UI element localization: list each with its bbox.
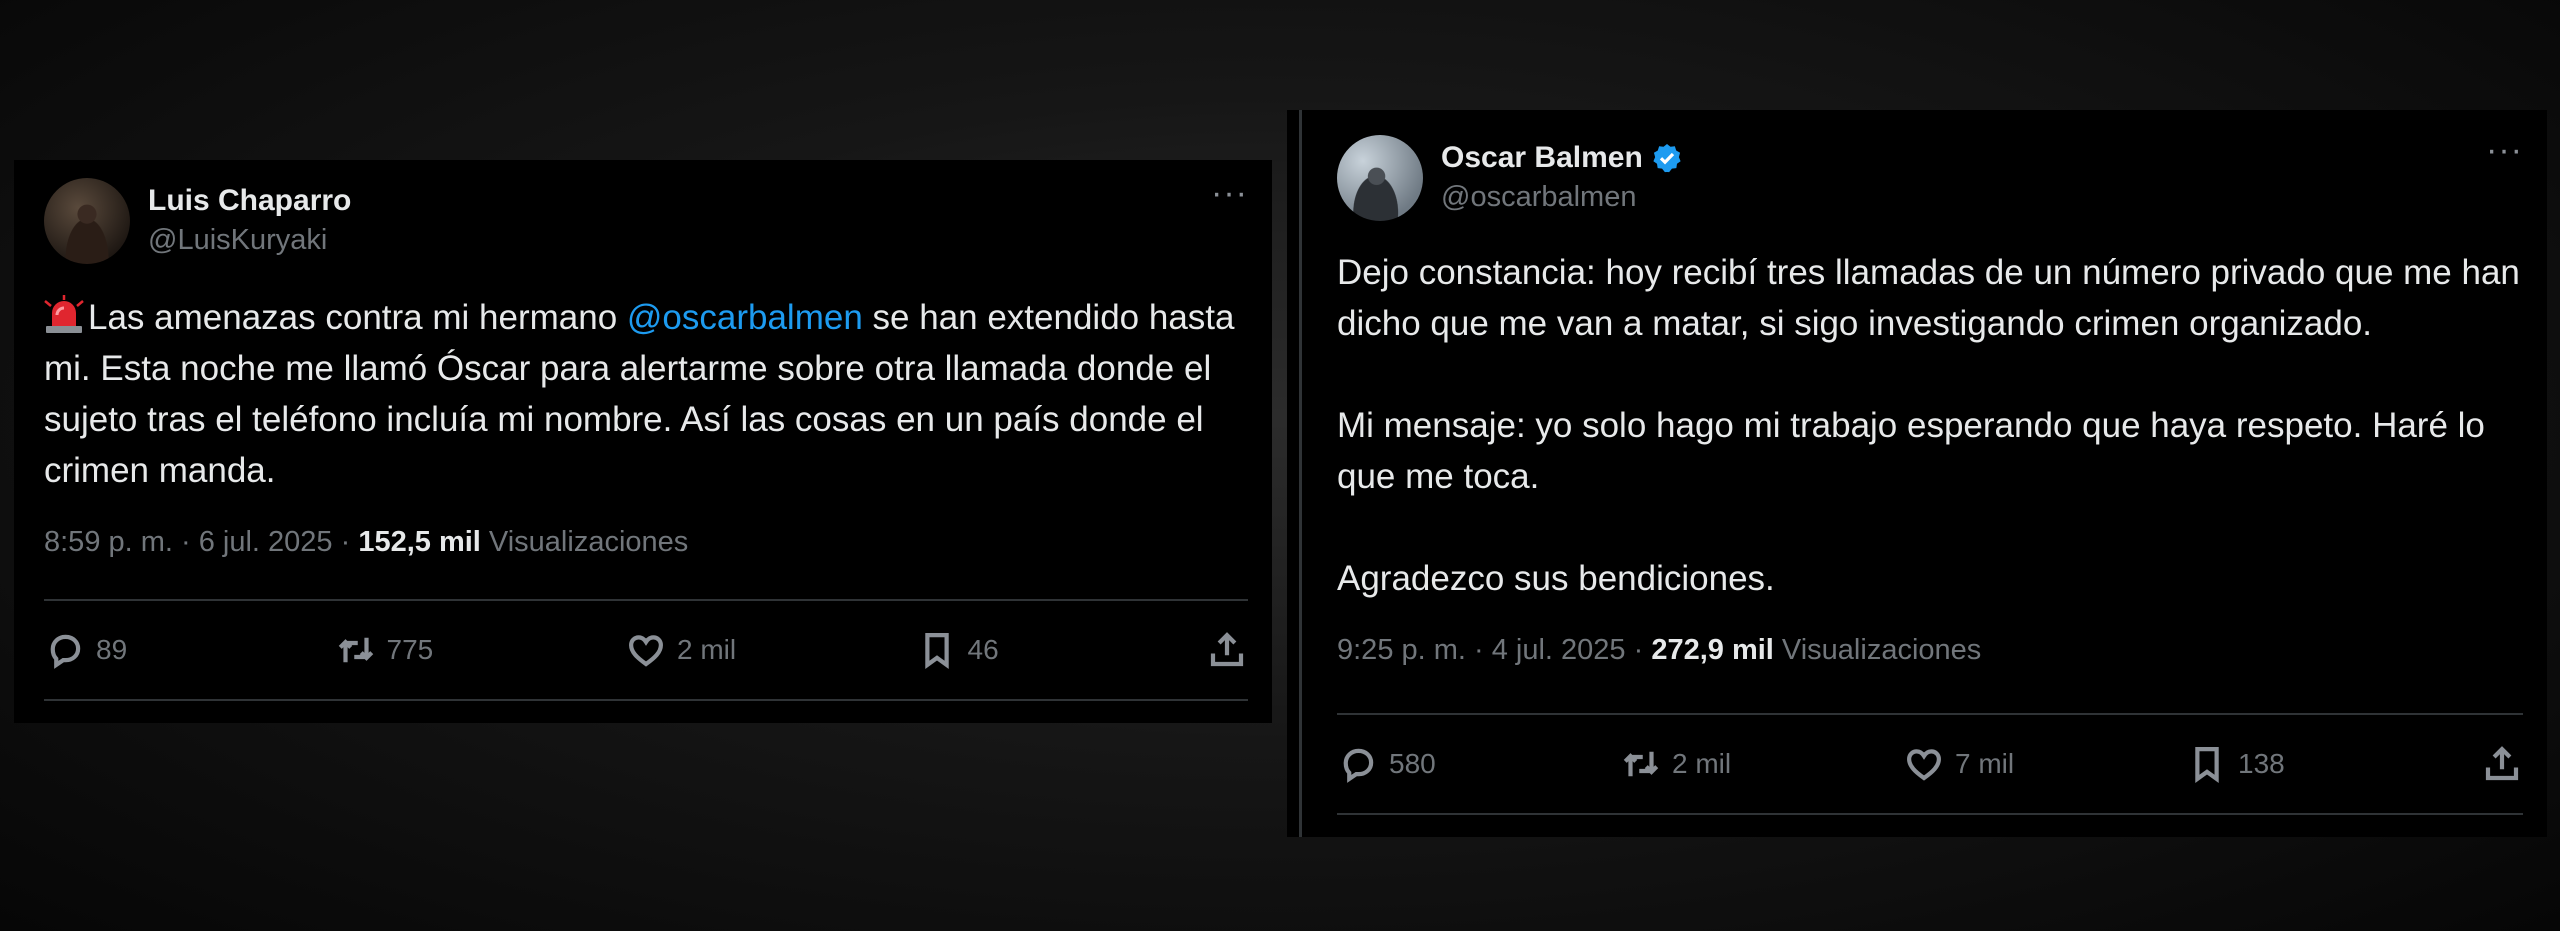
divider	[1337, 813, 2523, 815]
bookmark-icon	[924, 633, 949, 669]
repost-count: 2 mil	[1672, 748, 1732, 779]
reply-icon	[1343, 748, 1374, 783]
repost-button[interactable]: 2 mil	[1620, 743, 1903, 785]
reply-button[interactable]: 89	[44, 629, 335, 671]
tweet-text: Las amenazas contra mi hermano @oscarbal…	[44, 292, 1248, 496]
repost-icon	[338, 637, 373, 663]
views-count: 152,5 mil	[358, 526, 481, 558]
tweet-text-part: Las amenazas contra mi hermano	[88, 298, 627, 337]
tweet-header: Luis Chaparro @LuisKuryaki ···	[44, 176, 1248, 264]
like-count: 2 mil	[677, 634, 737, 665]
author-display-name[interactable]: Oscar Balmen	[1441, 139, 1683, 177]
author-display-name[interactable]: Luis Chaparro	[148, 182, 351, 220]
author-handle[interactable]: @LuisKuryaki	[148, 220, 351, 260]
avatar[interactable]	[44, 178, 130, 264]
views-label: Visualizaciones	[1773, 634, 1982, 666]
mention-link[interactable]: @oscarbalmen	[627, 298, 863, 337]
repost-icon	[1623, 751, 1659, 777]
bookmark-count: 46	[967, 634, 999, 665]
verified-badge-icon	[1653, 144, 1681, 173]
like-count: 7 mil	[1955, 748, 2015, 779]
heart-icon	[629, 635, 663, 667]
divider	[44, 699, 1248, 701]
reply-count: 580	[1389, 748, 1436, 779]
action-bar: 580 2 mil 7 mil 138	[1337, 715, 2523, 813]
share-button[interactable]	[1206, 629, 1248, 671]
author-info: Luis Chaparro @LuisKuryaki	[148, 182, 351, 260]
share-button[interactable]	[2481, 743, 2523, 785]
bookmark-icon	[2195, 747, 2219, 783]
share-icon	[1210, 632, 1244, 667]
views-count: 272,9 mil	[1651, 634, 1774, 666]
avatar[interactable]	[1337, 135, 1423, 221]
reply-count: 89	[96, 634, 128, 665]
author-handle[interactable]: @oscarbalmen	[1441, 177, 1683, 217]
tweet-header: Oscar Balmen @oscarbalmen ···	[1337, 133, 2523, 221]
more-options-icon[interactable]: ···	[2486, 133, 2523, 167]
police-siren-icon	[44, 295, 84, 333]
tweet-card[interactable]: Luis Chaparro @LuisKuryaki ··· Las amena…	[14, 160, 1272, 723]
share-icon	[2485, 746, 2519, 781]
author-name-text: Oscar Balmen	[1441, 141, 1643, 174]
tweet-meta: 8:59 p. m. · 6 jul. 2025 · 152,5 mil Vis…	[44, 526, 1248, 559]
bookmark-button[interactable]: 138	[2186, 743, 2469, 785]
reply-icon	[50, 634, 81, 669]
reply-button[interactable]: 580	[1337, 743, 1620, 785]
tweet-meta: 9:25 p. m. · 4 jul. 2025 · 272,9 mil Vis…	[1337, 634, 2523, 667]
views-label: Visualizaciones	[480, 526, 689, 558]
tweet-text: Dejo constancia: hoy recibí tres llamada…	[1337, 253, 2520, 598]
like-button[interactable]: 7 mil	[1903, 743, 2186, 785]
author-info: Oscar Balmen @oscarbalmen	[1441, 139, 1683, 217]
timestamp[interactable]: 8:59 p. m. · 6 jul. 2025 ·	[44, 526, 358, 558]
repost-button[interactable]: 775	[335, 629, 626, 671]
action-bar: 89 775 2 mil 46	[44, 601, 1248, 699]
more-options-icon[interactable]: ···	[1211, 176, 1248, 210]
heart-icon	[1907, 749, 1941, 781]
tweet-card[interactable]: Oscar Balmen @oscarbalmen ··· Dejo const…	[1287, 110, 2547, 837]
like-button[interactable]: 2 mil	[625, 629, 916, 671]
bookmark-count: 138	[2238, 748, 2285, 779]
bookmark-button[interactable]: 46	[916, 629, 1207, 671]
repost-count: 775	[386, 634, 434, 665]
timestamp[interactable]: 9:25 p. m. · 4 jul. 2025 ·	[1337, 634, 1651, 666]
